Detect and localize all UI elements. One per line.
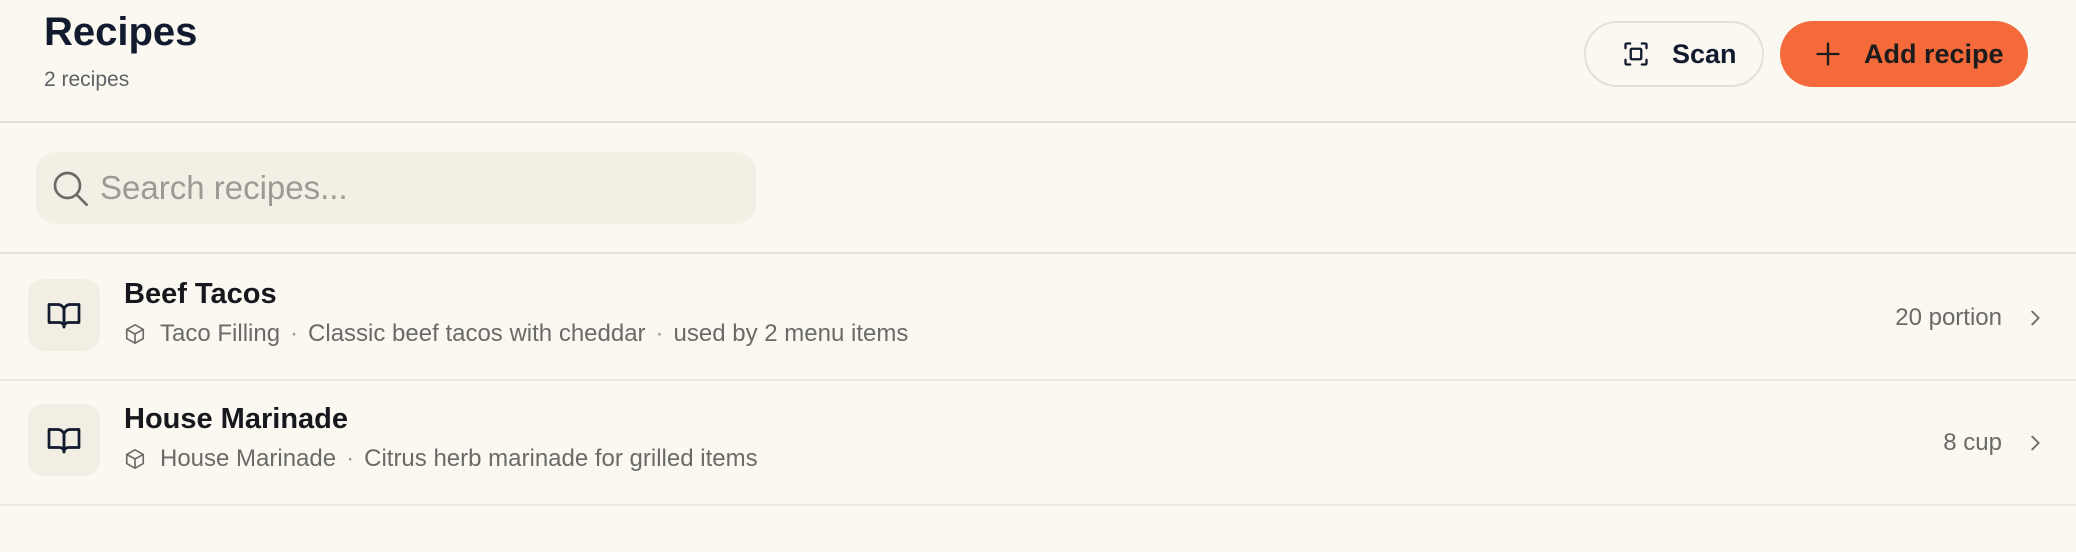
recipe-meta: House Marinade · Citrus herb marinade fo… xyxy=(124,445,758,473)
recipe-category: Taco Filling xyxy=(160,320,281,347)
recipe-description: Classic beef tacos with cheddar xyxy=(308,320,646,347)
recipe-yield: 20 portion xyxy=(1895,303,2002,331)
book-open-icon xyxy=(47,428,81,454)
recipe-row-beef-tacos[interactable]: Beef Tacos Taco Filling · Classic beef t… xyxy=(0,256,2076,381)
add-recipe-button[interactable]: Add recipe xyxy=(1780,21,2028,87)
recipe-category: House Marinade xyxy=(160,445,337,472)
chevron-right-icon xyxy=(2031,310,2040,325)
scan-button-label: Scan xyxy=(1672,38,1737,69)
recipe-yield-area: 8 cup xyxy=(1943,381,2046,504)
scan-icon xyxy=(1624,42,1648,66)
separator-dot: · xyxy=(346,445,355,472)
chevron-right-icon xyxy=(2031,435,2040,450)
search-box[interactable] xyxy=(36,152,756,224)
recipe-list: Beef Tacos Taco Filling · Classic beef t… xyxy=(0,256,2076,506)
separator-dot: · xyxy=(290,320,299,347)
separator-dot: · xyxy=(655,320,664,347)
book-open-icon xyxy=(47,303,81,329)
recipe-meta: Taco Filling · Classic beef tacos with c… xyxy=(124,320,908,348)
search-icon xyxy=(53,171,88,207)
recipe-title: Beef Tacos xyxy=(124,278,277,310)
recipe-usage: used by 2 menu items xyxy=(673,320,909,347)
search-input[interactable] xyxy=(100,169,720,207)
plus-icon xyxy=(1816,42,1840,66)
add-recipe-button-label: Add recipe xyxy=(1864,38,2004,69)
recipe-description: Citrus herb marinade for grilled items xyxy=(364,445,758,472)
page-title: Recipes xyxy=(44,10,198,54)
recipe-count: 2 recipes xyxy=(44,68,130,91)
search-section xyxy=(0,125,2076,254)
recipe-icon-tile xyxy=(28,279,100,351)
package-icon xyxy=(125,449,145,469)
page-header: Recipes 2 recipes Scan Add recipe xyxy=(0,0,2076,123)
scan-button[interactable]: Scan xyxy=(1584,21,1764,87)
recipe-icon-tile xyxy=(28,404,100,476)
recipe-yield-area: 20 portion xyxy=(1895,256,2046,379)
recipe-row-house-marinade[interactable]: House Marinade House Marinade · Citrus h… xyxy=(0,381,2076,506)
recipe-yield: 8 cup xyxy=(1943,428,2002,456)
recipe-title: House Marinade xyxy=(124,403,348,435)
package-icon xyxy=(125,324,145,344)
